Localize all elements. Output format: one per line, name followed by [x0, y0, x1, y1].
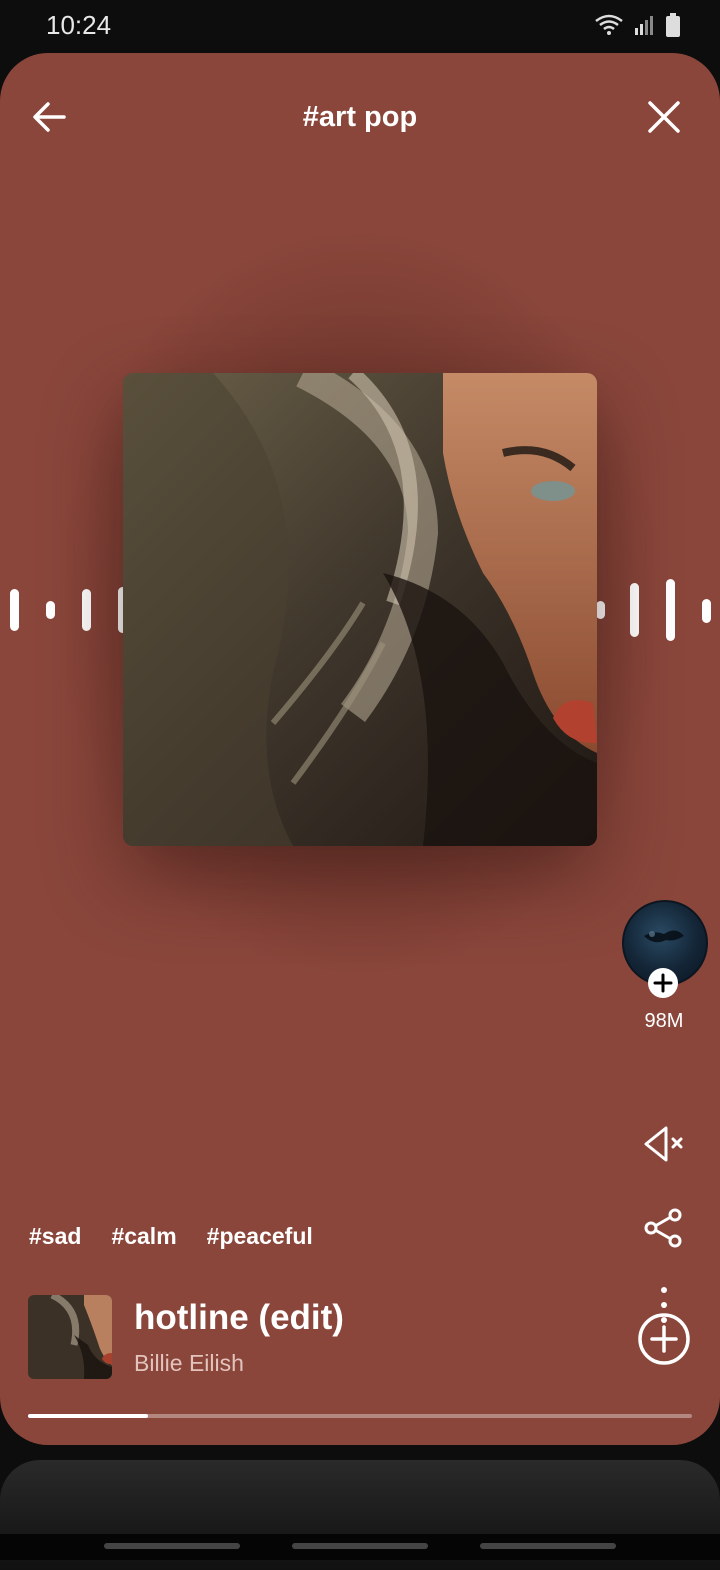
tag-sad[interactable]: #sad — [29, 1223, 81, 1250]
mute-icon — [644, 1126, 683, 1162]
plus-circle-icon — [638, 1313, 690, 1365]
album-artwork[interactable] — [123, 373, 597, 846]
follower-count: 98M — [644, 1010, 684, 1032]
waveform-bar — [596, 601, 605, 619]
nav-home-button[interactable] — [292, 1543, 428, 1549]
waveform-bar — [82, 589, 91, 631]
track-thumbnail-image — [28, 1295, 112, 1379]
player-card: #art pop 98M #sad #calm #peaceful hotlin… — [0, 53, 720, 1445]
page-title: #art pop — [302, 101, 418, 133]
tag-list: #sad #calm #peaceful — [29, 1223, 313, 1250]
close-button[interactable] — [640, 93, 688, 141]
status-bar: 10:24 — [0, 0, 720, 52]
playback-progress-fill — [28, 1414, 148, 1418]
tag-calm[interactable]: #calm — [111, 1223, 176, 1250]
mute-button[interactable] — [640, 1120, 688, 1168]
nav-recents-button[interactable] — [104, 1543, 240, 1549]
battery-icon — [666, 13, 680, 37]
album-artwork-image — [123, 373, 597, 846]
share-button[interactable] — [640, 1204, 688, 1252]
waveform-bar — [10, 589, 19, 631]
waveform-bar — [666, 579, 675, 641]
close-icon — [648, 101, 680, 133]
share-icon — [644, 1208, 682, 1248]
track-title: hotline (edit) — [134, 1298, 344, 1337]
track-artist[interactable]: Billie Eilish — [134, 1350, 244, 1377]
tag-peaceful[interactable]: #peaceful — [207, 1223, 313, 1250]
nav-back-button[interactable] — [480, 1543, 616, 1549]
status-time: 10:24 — [46, 10, 112, 40]
add-to-library-button[interactable] — [636, 1311, 692, 1367]
playback-progress[interactable] — [28, 1414, 692, 1418]
waveform-bar — [702, 599, 711, 623]
waveform-bar — [630, 583, 639, 637]
waveform-bar — [46, 601, 55, 619]
wifi-icon — [595, 14, 623, 35]
plus-icon — [653, 973, 673, 993]
status-icons — [594, 13, 680, 37]
follow-artist-button[interactable] — [648, 968, 678, 998]
track-thumbnail[interactable] — [28, 1295, 112, 1379]
signal-icon — [635, 16, 653, 35]
